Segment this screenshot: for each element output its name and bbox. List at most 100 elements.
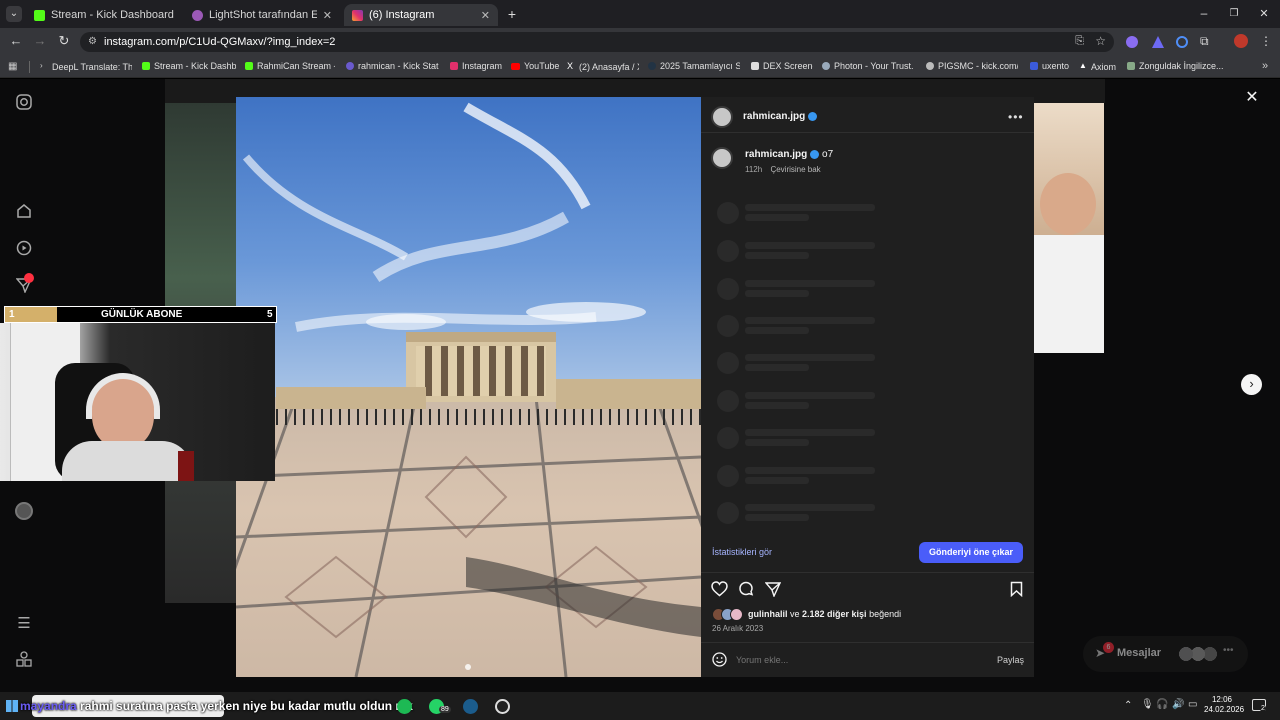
more-options-icon[interactable]: ••• xyxy=(1008,110,1024,124)
colonnade-left xyxy=(276,387,426,409)
bookmark-star-icon[interactable]: ☆ xyxy=(1095,34,1106,48)
forward-button[interactable]: → xyxy=(32,33,48,49)
tab-kick-dashboard[interactable]: Stream - Kick Dashboard ✕ xyxy=(26,4,180,26)
caption-username[interactable]: rahmican.jpg xyxy=(745,149,807,160)
bookmark-instagram[interactable]: Instagram xyxy=(450,61,502,71)
notification-center-icon[interactable]: 2 xyxy=(1252,699,1266,712)
bookmark-axiom[interactable]: ▲ Axiom xyxy=(1079,61,1117,72)
site-info-icon[interactable]: ⚙ xyxy=(88,36,97,47)
emoji-icon[interactable] xyxy=(712,652,727,672)
comment-bubble-icon[interactable] xyxy=(738,581,754,602)
author-avatar[interactable] xyxy=(711,106,733,128)
youtube-icon xyxy=(511,62,520,70)
caption: rahmican.jpg o7 xyxy=(745,149,833,160)
whatsapp-icon[interactable]: 89 xyxy=(429,699,451,714)
network-icon[interactable]: ▭ xyxy=(1188,699,1197,710)
crowd xyxy=(276,409,701,425)
instagram-logo-icon[interactable] xyxy=(14,94,34,114)
headset-icon[interactable]: 🎧 xyxy=(1156,699,1168,710)
tab-instagram[interactable]: (6) Instagram ✕ xyxy=(344,4,498,26)
restore-button[interactable]: ❐ xyxy=(1226,6,1242,22)
minimize-button[interactable]: – xyxy=(1196,6,1212,22)
close-icon[interactable]: ✕ xyxy=(1244,90,1260,106)
apps-grid-icon[interactable]: ▦ xyxy=(8,61,17,72)
spotify-icon[interactable] xyxy=(397,699,412,714)
bookmark-x[interactable]: X (2) Anasayfa / X xyxy=(567,61,639,72)
plaza-pattern xyxy=(236,397,701,677)
bookmark-label: Zonguldak İngilizce... xyxy=(1139,61,1224,71)
obs-icon[interactable] xyxy=(495,699,510,714)
reload-button[interactable]: ↻ xyxy=(56,33,72,49)
reels-icon[interactable] xyxy=(14,240,34,260)
bookmark-rahmican-stream[interactable]: RahmiCan Stream -... xyxy=(245,61,335,71)
translate-link[interactable]: Çevirisine bak xyxy=(770,165,820,174)
next-post-chevron-icon[interactable]: › xyxy=(1241,374,1262,395)
new-tab-button[interactable]: + xyxy=(504,6,520,22)
bookmark-deepl[interactable]: › DeepL Translate: Th... xyxy=(40,61,132,72)
caption-avatar[interactable] xyxy=(711,147,733,169)
bookmarks-bar: ▦ › DeepL Translate: Th... Stream - Kick … xyxy=(0,56,1280,78)
install-icon[interactable]: ⎘ xyxy=(1075,35,1084,48)
feed-background-right xyxy=(1034,103,1104,353)
boost-post-button[interactable]: Gönderiyi öne çıkar xyxy=(919,542,1023,563)
bookmark-label: YouTube xyxy=(524,61,559,71)
extensions-puzzle-icon[interactable]: ⧉ xyxy=(1200,34,1214,48)
verified-badge-icon xyxy=(810,149,820,159)
also-from-meta-icon[interactable] xyxy=(14,651,34,671)
comment-input[interactable] xyxy=(736,651,966,669)
address-bar[interactable]: ⚙ instagram.com/p/C1Ud-QGMaxv/?img_index… xyxy=(80,32,1114,52)
bookmark-kick-dashboard[interactable]: Stream - Kick Dashb... xyxy=(142,61,236,71)
bookmark-kick-stats[interactable]: rahmican - Kick Stat... xyxy=(346,61,439,71)
post-photo[interactable] xyxy=(236,97,701,677)
close-tab-icon[interactable]: ✕ xyxy=(323,9,332,22)
tab-search-button[interactable]: ⌄ xyxy=(6,6,22,22)
likes-count[interactable]: 2.182 diğer kişi xyxy=(802,609,867,619)
post-comment-button[interactable]: Paylaş xyxy=(997,655,1024,665)
clock-time: 12:06 xyxy=(1211,695,1233,704)
plaza-ground xyxy=(236,397,701,677)
bookmark-tamamlayici[interactable]: 2025 Tamamlayıcı S... xyxy=(648,61,740,71)
likes-summary: gulinhalil ve 2.182 diğer kişi beğendi xyxy=(748,609,901,619)
tab-lightshot[interactable]: LightShot tarafından Ekran Gör ✕ xyxy=(184,4,340,26)
extension-icon[interactable] xyxy=(1126,36,1138,48)
microphone-icon[interactable]: 🎙 xyxy=(1141,699,1154,710)
panel-divider xyxy=(701,132,1034,133)
comment-skeleton-avatar xyxy=(717,278,739,300)
feather-icon xyxy=(192,9,203,21)
back-button[interactable]: ← xyxy=(8,33,24,49)
x-logo-icon: X xyxy=(567,61,574,71)
tray-chevron-icon[interactable]: ⌃ xyxy=(1124,700,1132,711)
bookmark-zonguldak[interactable]: Zonguldak İngilizce... xyxy=(1127,61,1227,71)
notification-count: 2 xyxy=(1260,705,1266,712)
save-bookmark-icon[interactable] xyxy=(1010,581,1023,602)
author-username[interactable]: rahmican.jpg xyxy=(743,111,805,122)
messages-pill[interactable]: ➤ 6 Mesajlar ••• xyxy=(1083,636,1248,672)
steam-icon[interactable] xyxy=(463,699,478,714)
bookmark-youtube[interactable]: YouTube xyxy=(511,61,559,71)
like-heart-icon[interactable] xyxy=(711,581,728,602)
liker-avatars[interactable] xyxy=(712,608,748,621)
windows-start-icon[interactable] xyxy=(6,700,18,712)
comment-skeleton-avatar xyxy=(717,240,739,262)
bookmark-pigsmc[interactable]: PIGSMC - kick.com/... xyxy=(926,61,1018,71)
clock[interactable]: 12:06 24.02.2026 xyxy=(1204,695,1244,715)
messages-icon[interactable] xyxy=(14,273,34,297)
home-icon[interactable] xyxy=(14,203,34,223)
comment-skeleton-avatar xyxy=(717,502,739,524)
extension-icon[interactable] xyxy=(1176,36,1188,48)
speaker-icon[interactable]: 🔊 xyxy=(1172,699,1184,710)
bookmarks-overflow-icon[interactable]: » xyxy=(1262,60,1268,72)
bookmark-photon[interactable]: Photon - Your Trust... xyxy=(822,61,914,71)
bookmark-uxento[interactable]: uxento xyxy=(1030,61,1070,71)
view-insights-link[interactable]: İstatistikleri gör xyxy=(712,547,772,557)
close-window-button[interactable]: ✕ xyxy=(1256,6,1272,22)
share-paper-plane-icon[interactable] xyxy=(764,581,782,602)
profile-avatar[interactable] xyxy=(1234,34,1248,48)
extension-icon[interactable] xyxy=(1152,36,1164,48)
profile-avatar-icon[interactable] xyxy=(14,501,34,521)
close-tab-icon[interactable]: ✕ xyxy=(481,9,490,22)
hamburger-menu-icon[interactable]: ☰ xyxy=(14,614,34,634)
bookmark-dex-screener[interactable]: DEX Screener xyxy=(751,61,813,71)
liker-username[interactable]: gulinhalil xyxy=(748,609,788,619)
menu-kebab-icon[interactable]: ⋮ xyxy=(1260,34,1272,48)
